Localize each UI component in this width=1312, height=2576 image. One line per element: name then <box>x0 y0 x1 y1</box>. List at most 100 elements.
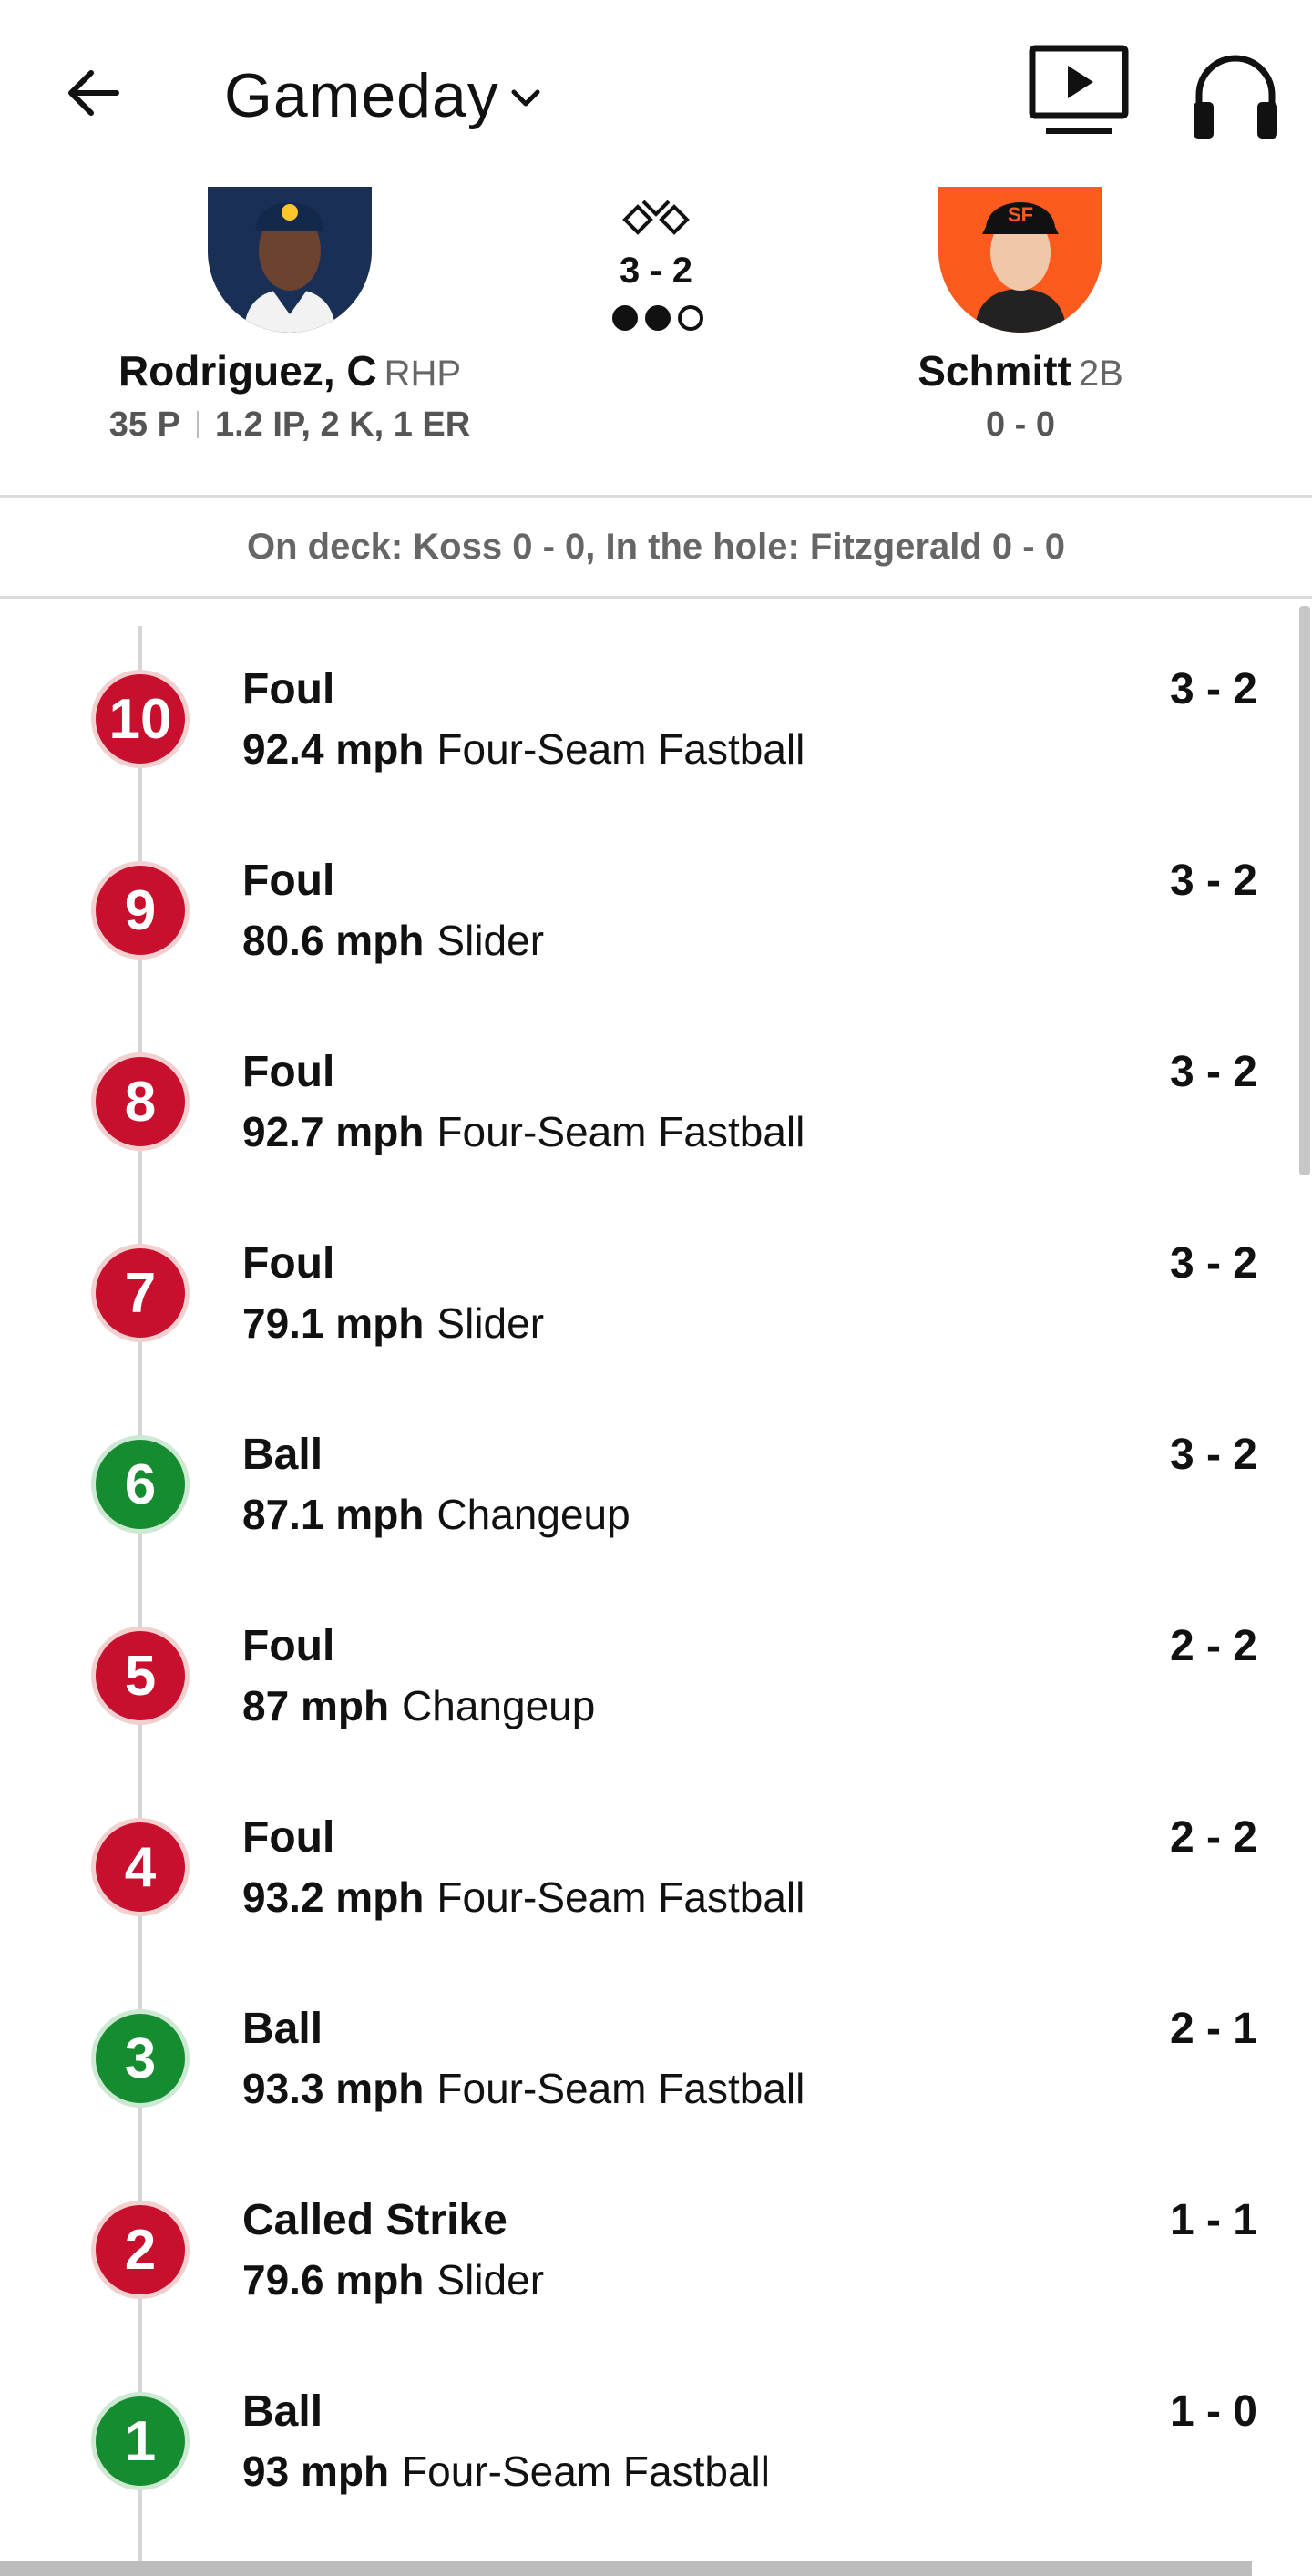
pitch-type: Four-Seam Fastball <box>436 1108 805 1155</box>
pitch-speed: 93 mph <box>242 2448 390 2495</box>
pitch-count: 2 - 1 <box>1169 2005 1257 2053</box>
back-button[interactable] <box>56 56 129 129</box>
on-deck-banner: On deck: Koss 0 - 0, In the hole: Fitzge… <box>247 526 1065 567</box>
scrollbar[interactable] <box>1299 606 1310 1175</box>
pitch-result: Ball <box>242 2387 323 2436</box>
pitch-speed: 87 mph <box>242 1682 390 1729</box>
gameday-title-menu[interactable]: Gameday <box>224 55 541 137</box>
batter-photo: SF <box>938 187 1102 333</box>
pitch-row[interactable]: 7 Foul 79.1 mph Slider 3 - 2 <box>0 1227 1294 1419</box>
pitch-result: Foul <box>242 1239 335 1288</box>
pitch-result: Ball <box>242 2005 323 2053</box>
pitch-row[interactable]: 10 Foul 92.4 mph Four-Seam Fastball 3 - 2 <box>0 653 1294 845</box>
pitch-count: 3 - 2 <box>1169 665 1257 713</box>
pitch-count: 2 - 2 <box>1169 1622 1257 1670</box>
page-title: Gameday <box>224 61 499 130</box>
pitch-row[interactable]: 6 Ball 87.1 mph Changeup 3 - 2 <box>0 1419 1294 1610</box>
pitch-detail: 79.6 mph Slider <box>242 2255 544 2304</box>
out-dot <box>678 305 703 331</box>
pitch-result: Called Strike <box>242 2196 507 2244</box>
pitch-count: 3 - 2 <box>1169 1239 1257 1288</box>
svg-text:SF: SF <box>1008 203 1033 226</box>
pitch-number-badge: 8 <box>91 1052 190 1151</box>
pitch-speed: 80.6 mph <box>242 917 425 964</box>
pitch-type: Slider <box>436 917 545 964</box>
pitch-type: Changeup <box>402 1682 596 1729</box>
pitch-speed: 87.1 mph <box>242 1491 425 1538</box>
pitch-result: Foul <box>242 665 335 713</box>
play-video-icon <box>1029 45 1129 134</box>
pitch-type: Changeup <box>436 1491 630 1538</box>
pitch-number-badge: 7 <box>91 1244 190 1342</box>
pitch-type: Four-Seam Fastball <box>402 2448 770 2495</box>
batter-avatar[interactable]: SF <box>938 187 1102 333</box>
pitcher-name: Rodriguez, C <box>118 347 377 395</box>
out-dot <box>612 305 638 331</box>
pitcher-pitch-count: 35 P <box>108 405 180 444</box>
matchup-panel: Rodriguez, C RHP 35 P 1.2 IP, 2 K, 1 ER 3 … <box>0 187 1312 497</box>
pitch-row[interactable]: 5 Foul 87 mph Changeup 2 - 2 <box>0 1610 1294 1801</box>
pitcher-line: 1.2 IP, 2 K, 1 ER <box>214 405 471 444</box>
batter-position: 2B <box>1078 354 1123 394</box>
chevron-down-icon <box>511 89 540 107</box>
pitch-count: 1 - 1 <box>1169 2196 1257 2244</box>
pitch-speed: 93.3 mph <box>242 2065 425 2112</box>
pitcher-photo <box>208 187 372 333</box>
pitch-count: 3 - 2 <box>1169 857 1257 905</box>
bases-diamond-icon <box>622 200 690 235</box>
pitch-number-badge: 2 <box>91 2201 190 2299</box>
pitch-number-badge: 5 <box>91 1627 190 1725</box>
pitch-row[interactable]: 8 Foul 92.7 mph Four-Seam Fastball 3 - 2 <box>0 1036 1294 1227</box>
outs-indicator <box>612 305 703 338</box>
pitch-result: Foul <box>242 1813 335 1862</box>
ball-strike-count: 3 - 2 <box>619 251 693 291</box>
pitch-detail: 92.7 mph Four-Seam Fastball <box>242 1107 805 1156</box>
pitch-detail: 93.3 mph Four-Seam Fastball <box>242 2064 805 2113</box>
audio-button[interactable] <box>1188 47 1283 142</box>
pitch-type: Slider <box>436 2256 545 2304</box>
pitch-detail: 87.1 mph Changeup <box>242 1490 630 1539</box>
count-indicator: 3 - 2 <box>565 187 747 351</box>
video-button[interactable] <box>1028 44 1130 140</box>
gameday-screen: Gameday Rodriguez, C RHP 35 P 1.2 IP, 2 … <box>0 0 1312 2576</box>
pitcher-name-line: Rodriguez, C RHP <box>16 346 563 395</box>
pitch-detail: 80.6 mph Slider <box>242 916 544 965</box>
bottom-panel-edge <box>0 2561 1252 2576</box>
pitch-type: Four-Seam Fastball <box>436 725 805 773</box>
pitch-number-badge: 6 <box>91 1435 190 1534</box>
pitch-number-badge: 4 <box>91 1818 190 1916</box>
pitch-row[interactable]: 4 Foul 93.2 mph Four-Seam Fastball 2 - 2 <box>0 1801 1294 1993</box>
pitch-result: Foul <box>242 1048 335 1096</box>
pitch-number-badge: 10 <box>91 670 190 768</box>
pitch-detail: 87 mph Changeup <box>242 1681 595 1730</box>
batter-stats: 0 - 0 <box>985 405 1056 444</box>
arrow-left-icon <box>68 70 119 116</box>
pitch-detail: 93 mph Four-Seam Fastball <box>242 2447 770 2496</box>
pitch-type: Slider <box>436 1299 545 1347</box>
pitcher-stats: 35 P 1.2 IP, 2 K, 1 ER <box>16 405 563 445</box>
pitch-result: Foul <box>242 857 335 905</box>
pitch-count: 1 - 0 <box>1169 2387 1257 2436</box>
pitch-count: 2 - 2 <box>1169 1813 1257 1862</box>
pitch-row[interactable]: 3 Ball 93.3 mph Four-Seam Fastball 2 - 1 <box>0 1993 1294 2184</box>
top-bar: Gameday <box>0 0 1312 187</box>
pitch-speed: 92.7 mph <box>242 1108 425 1155</box>
pitch-result: Ball <box>242 1431 323 1479</box>
pitch-type: Four-Seam Fastball <box>436 2065 805 2112</box>
stat-divider <box>196 411 199 438</box>
pitch-row[interactable]: 1 Ball 93 mph Four-Seam Fastball 1 - 0 <box>0 2376 1294 2567</box>
pitch-sequence-list[interactable]: 10 Foul 92.4 mph Four-Seam Fastball 3 - 2 9 Fo… <box>0 599 1312 2576</box>
pitcher-position: RHP <box>384 354 462 394</box>
pitch-row[interactable]: 9 Foul 80.6 mph Slider 3 - 2 <box>0 845 1294 1036</box>
pitch-detail: 92.4 mph Four-Seam Fastball <box>242 724 805 774</box>
pitch-speed: 79.1 mph <box>242 1299 425 1347</box>
pitcher-avatar[interactable] <box>208 187 372 333</box>
pitch-number-badge: 1 <box>91 2392 190 2490</box>
batter-name-line: Schmitt 2B <box>747 346 1294 395</box>
out-dot <box>645 305 671 331</box>
pitch-count: 3 - 2 <box>1169 1431 1257 1479</box>
pitch-speed: 92.4 mph <box>242 725 425 773</box>
pitch-speed: 93.2 mph <box>242 1873 425 1921</box>
pitch-row[interactable]: 2 Called Strike 79.6 mph Slider 1 - 1 <box>0 2184 1294 2376</box>
pitch-type: Four-Seam Fastball <box>436 1873 805 1921</box>
